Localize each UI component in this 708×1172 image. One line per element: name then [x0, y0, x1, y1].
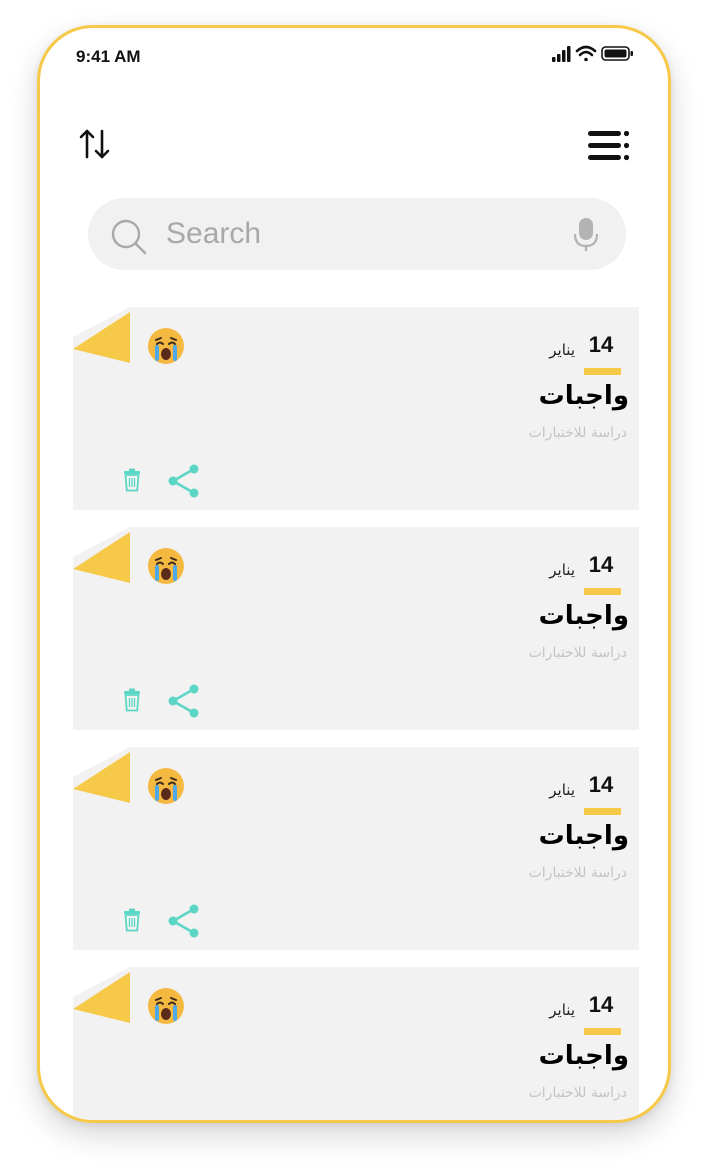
- note-day: 14: [588, 552, 614, 577]
- note-month: يناير: [549, 781, 575, 799]
- note-subtitle: دراسة للاختبارات: [528, 865, 627, 881]
- date-underline: [584, 588, 621, 595]
- note-month: يناير: [549, 341, 575, 359]
- flag-icon: [73, 967, 130, 1023]
- phone-frame: 9:41 AM Search 14 يناير واجبات دراسة للا…: [37, 25, 671, 1123]
- crying-face-icon: [148, 328, 184, 364]
- date-underline: [584, 368, 621, 375]
- note-title: واجبات: [538, 821, 629, 851]
- note-subtitle: دراسة للاختبارات: [528, 645, 627, 661]
- status-time: 9:41 AM: [76, 47, 141, 66]
- crying-face-icon: [148, 768, 184, 804]
- note-day: 14: [588, 772, 614, 797]
- flag-icon: [73, 527, 130, 583]
- note-day: 14: [588, 332, 614, 357]
- note-card[interactable]: 14 يناير واجبات دراسة للاختبارات: [73, 747, 639, 950]
- note-subtitle: دراسة للاختبارات: [528, 1085, 627, 1101]
- status-icons: [552, 44, 634, 68]
- note-month: يناير: [549, 1001, 575, 1019]
- search-input[interactable]: [166, 198, 556, 270]
- note-title: واجبات: [538, 1041, 629, 1071]
- trash-icon[interactable]: [123, 688, 141, 712]
- status-bar: 9:41 AM: [40, 28, 668, 88]
- toolbar: [40, 123, 668, 183]
- note-card[interactable]: 14 يناير واجبات دراسة للاختبارات: [73, 967, 639, 1120]
- share-icon[interactable]: [166, 683, 200, 719]
- sort-arrows-icon[interactable]: [78, 123, 112, 167]
- note-month: يناير: [549, 561, 575, 579]
- flag-icon: [73, 747, 130, 803]
- date-underline: [584, 808, 621, 815]
- note-title: واجبات: [538, 601, 629, 631]
- trash-icon[interactable]: [123, 908, 141, 932]
- share-icon[interactable]: [166, 463, 200, 499]
- note-subtitle: دراسة للاختبارات: [528, 425, 627, 441]
- note-title: واجبات: [538, 381, 629, 411]
- microphone-icon[interactable]: [573, 218, 599, 256]
- crying-face-icon: [148, 548, 184, 584]
- date-underline: [584, 1028, 621, 1035]
- share-icon[interactable]: [166, 903, 200, 939]
- battery-icon: [601, 46, 633, 61]
- trash-icon[interactable]: [123, 468, 141, 492]
- flag-icon: [73, 307, 130, 363]
- note-card[interactable]: 14 يناير واجبات دراسة للاختبارات: [73, 307, 639, 510]
- note-day: 14: [588, 992, 614, 1017]
- wifi-icon: [575, 45, 597, 62]
- signal-icon: [552, 46, 571, 62]
- menu-icon[interactable]: [588, 130, 630, 165]
- search-bar: [88, 198, 626, 270]
- note-card[interactable]: 14 يناير واجبات دراسة للاختبارات: [73, 527, 639, 730]
- crying-face-icon: [148, 988, 184, 1024]
- search-icon: [110, 218, 148, 260]
